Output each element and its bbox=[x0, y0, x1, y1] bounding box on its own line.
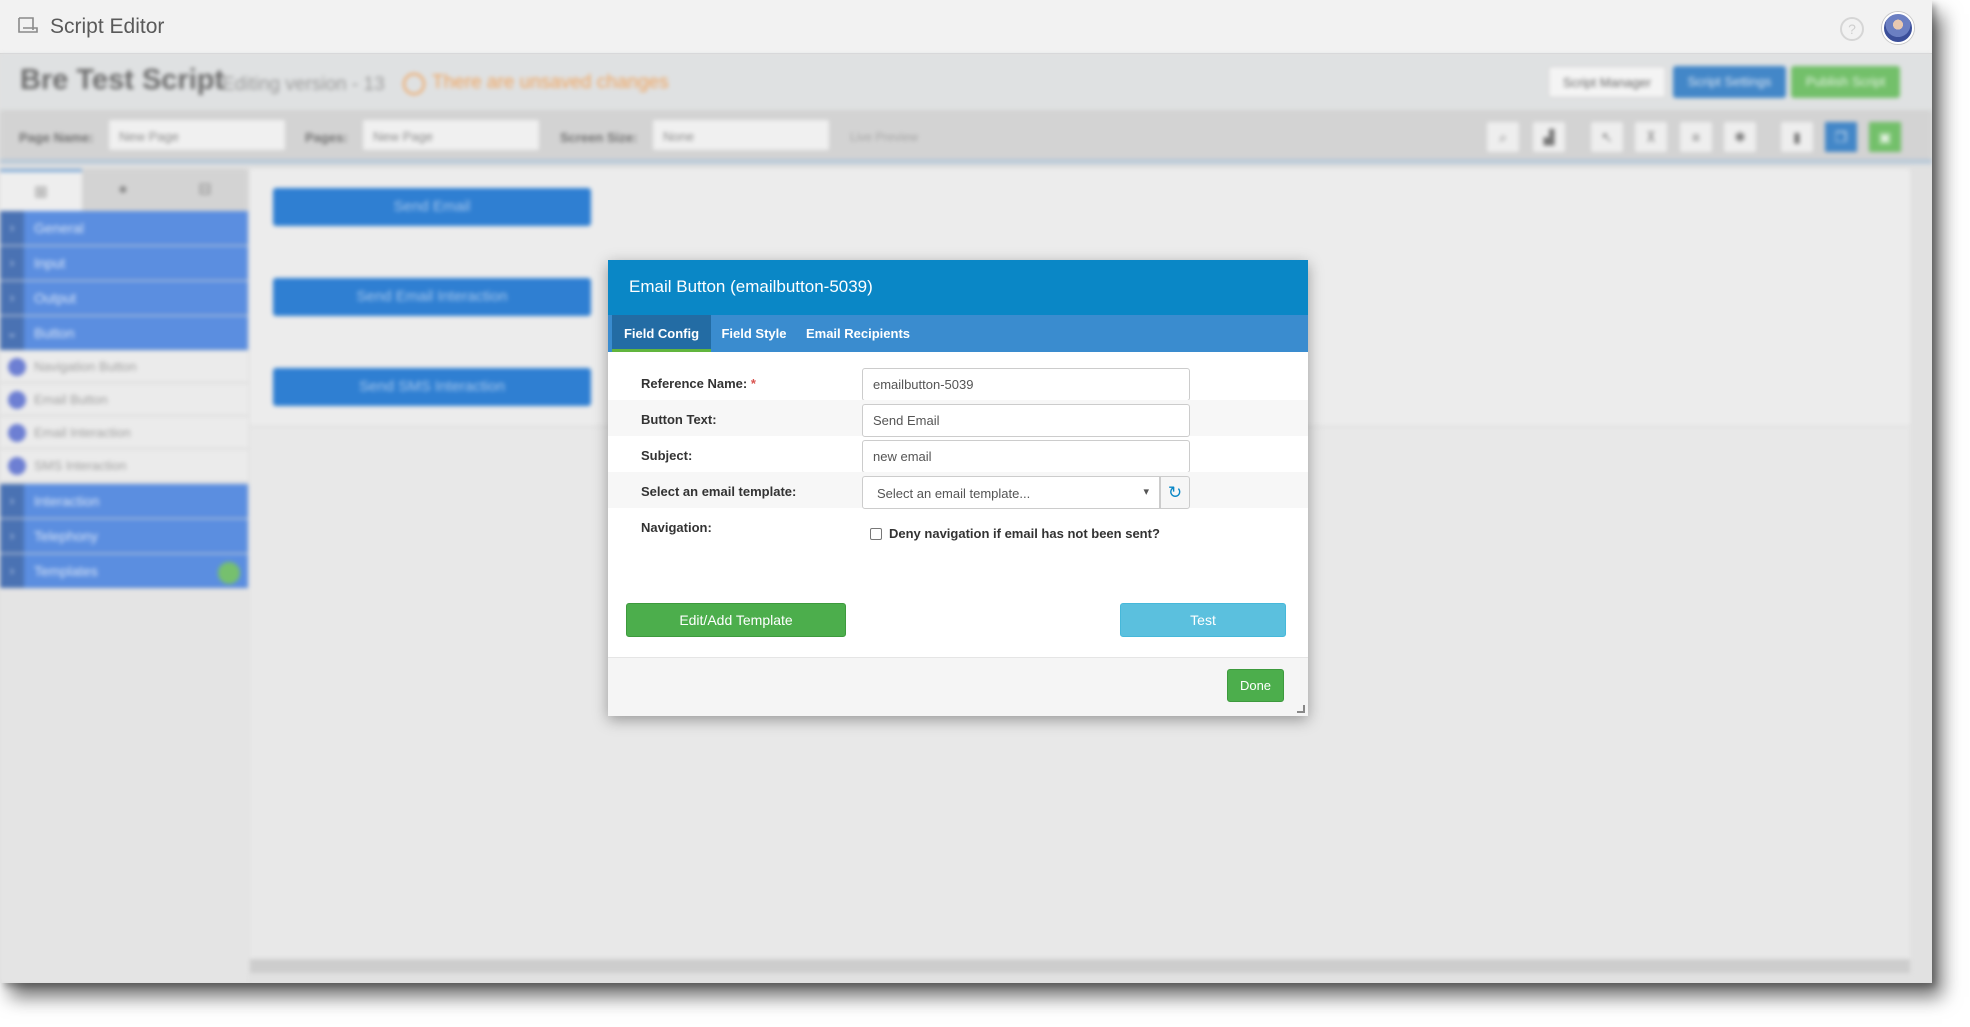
component-sidebar: ⊞ ● ⊟ › General › Input › Output ⌄ Button Na… bbox=[0, 169, 248, 983]
chevron-right-icon: › bbox=[0, 554, 24, 588]
gear-icon[interactable]: ✱ bbox=[1723, 121, 1757, 153]
user-avatar[interactable] bbox=[1882, 12, 1914, 44]
refresh-icon[interactable]: ↻ bbox=[1160, 476, 1190, 509]
subject-label: Subject: bbox=[641, 448, 693, 463]
done-button[interactable]: Done bbox=[1227, 669, 1284, 702]
component-icon bbox=[8, 424, 26, 442]
list-icon[interactable]: ≡ bbox=[1679, 121, 1713, 153]
live-preview-toggle[interactable]: Live Preview bbox=[850, 130, 918, 144]
template-row: Select an email template: Select an emai… bbox=[608, 472, 1308, 509]
dialog-header: Email Button (emailbutton-5039) bbox=[608, 260, 1308, 315]
component-navigation-button[interactable]: Navigation Button bbox=[0, 351, 248, 383]
canvas-send-sms-interaction-button[interactable]: Send SMS Interaction bbox=[273, 368, 591, 406]
button-text-row: Button Text: bbox=[608, 400, 1308, 437]
pages-select[interactable]: New Page bbox=[362, 119, 540, 151]
component-icon bbox=[8, 391, 26, 409]
version-text: Editing version - 13 bbox=[222, 74, 385, 95]
sidebar-tabs: ⊞ ● ⊟ bbox=[0, 169, 248, 211]
subject-input[interactable] bbox=[862, 440, 1190, 473]
app-window: Script Editor ? Bre Test Script Editing … bbox=[0, 0, 1932, 983]
chevron-right-icon: › bbox=[0, 211, 24, 245]
category-output[interactable]: › Output bbox=[0, 281, 248, 315]
navigation-label: Navigation: bbox=[641, 520, 712, 535]
publish-script-button[interactable]: Publish Script bbox=[1791, 66, 1900, 98]
dialog-footer: Done bbox=[608, 657, 1308, 716]
zoom-icon[interactable]: ⌕ bbox=[1486, 121, 1520, 153]
tab-field-config[interactable]: Field Config bbox=[612, 315, 711, 352]
page-name-input[interactable]: New Page bbox=[108, 119, 286, 151]
email-button-dialog: Email Button (emailbutton-5039) Field Co… bbox=[608, 260, 1308, 716]
navigation-row: Navigation: Deny navigation if email has… bbox=[608, 508, 1308, 556]
script-editor-icon bbox=[18, 17, 38, 33]
components-tab-icon[interactable]: ⊞ bbox=[0, 169, 82, 211]
button-text-label: Button Text: bbox=[641, 412, 717, 427]
chevron-down-icon: ⌄ bbox=[0, 316, 24, 350]
category-interaction[interactable]: › Interaction bbox=[0, 484, 248, 518]
script-manager-button[interactable]: Script Manager bbox=[1548, 66, 1666, 98]
button-text-input[interactable] bbox=[862, 404, 1190, 437]
deny-navigation-checkbox[interactable] bbox=[870, 528, 882, 540]
script-header: Bre Test Script Editing version - 13 The… bbox=[0, 54, 1932, 110]
reference-name-row: Reference Name: * bbox=[608, 364, 1308, 401]
category-general[interactable]: › General bbox=[0, 211, 248, 245]
dialog-title: Email Button (emailbutton-5039) bbox=[629, 277, 873, 296]
deny-navigation-label[interactable]: Deny navigation if email has not been se… bbox=[889, 526, 1160, 541]
chevron-down-icon: ▾ bbox=[1143, 486, 1149, 498]
document-icon[interactable]: ▮ bbox=[1780, 121, 1814, 153]
help-icon[interactable]: ? bbox=[1840, 17, 1864, 41]
reference-name-input[interactable] bbox=[862, 368, 1190, 401]
page-name-label: Page Name: bbox=[19, 130, 94, 145]
test-button[interactable]: Test bbox=[1120, 603, 1286, 637]
category-templates[interactable]: › Templates bbox=[0, 554, 248, 588]
save-icon[interactable]: ▣ bbox=[1868, 121, 1902, 153]
unsaved-changes-text: There are unsaved changes bbox=[432, 72, 669, 93]
subject-row: Subject: bbox=[608, 436, 1308, 473]
layers-tab-icon[interactable]: ● bbox=[82, 169, 164, 211]
script-name: Bre Test Script bbox=[20, 64, 225, 96]
screen-size-label: Screen Size: bbox=[560, 130, 638, 145]
tab-field-style[interactable]: Field Style bbox=[713, 315, 795, 352]
script-settings-button[interactable]: Script Settings bbox=[1673, 66, 1786, 98]
component-sms-interaction[interactable]: SMS Interaction bbox=[0, 450, 248, 482]
component-email-button[interactable]: Email Button bbox=[0, 384, 248, 416]
reference-name-label: Reference Name: * bbox=[641, 376, 756, 391]
pointer-icon[interactable]: ↖ bbox=[1590, 121, 1624, 153]
canvas-send-email-interaction-button[interactable]: Send Email Interaction bbox=[273, 278, 591, 316]
component-icon bbox=[8, 457, 26, 475]
required-marker: * bbox=[750, 376, 756, 391]
category-telephony[interactable]: › Telephony bbox=[0, 519, 248, 553]
copy-icon[interactable]: ❐ bbox=[1824, 121, 1858, 153]
editor-toolbar: Page Name: New Page Pages: New Page Scre… bbox=[0, 110, 1932, 164]
sitemap-icon[interactable]: ⊼ bbox=[1634, 121, 1668, 153]
app-title: Script Editor bbox=[50, 15, 165, 38]
tab-email-recipients[interactable]: Email Recipients bbox=[798, 315, 918, 352]
component-icon bbox=[8, 358, 26, 376]
add-template-icon[interactable] bbox=[218, 562, 240, 584]
component-email-interaction[interactable]: Email Interaction bbox=[0, 417, 248, 449]
settings-tab-icon[interactable]: ⊟ bbox=[164, 169, 246, 211]
pages-label: Pages: bbox=[305, 130, 348, 145]
template-label: Select an email template: bbox=[641, 484, 797, 499]
screen-size-select[interactable]: None bbox=[652, 119, 830, 151]
category-input[interactable]: › Input bbox=[0, 246, 248, 280]
chevron-right-icon: › bbox=[0, 519, 24, 553]
chart-icon[interactable]: ▟ bbox=[1532, 121, 1566, 153]
category-button[interactable]: ⌄ Button bbox=[0, 316, 248, 350]
chevron-right-icon: › bbox=[0, 246, 24, 280]
canvas-send-email-button[interactable]: Send Email bbox=[273, 188, 591, 226]
email-template-select[interactable]: Select an email template... ▾ bbox=[862, 476, 1160, 509]
dialog-tabs: Field Config Field Style Email Recipient… bbox=[608, 315, 1308, 352]
chevron-right-icon: › bbox=[0, 281, 24, 315]
edit-add-template-button[interactable]: Edit/Add Template bbox=[626, 603, 846, 637]
resize-handle-icon[interactable] bbox=[1297, 705, 1305, 713]
warning-clock-icon bbox=[403, 73, 425, 95]
title-bar: Script Editor ? bbox=[0, 0, 1932, 54]
canvas-scrollbar[interactable] bbox=[250, 959, 1910, 973]
chevron-right-icon: › bbox=[0, 484, 24, 518]
